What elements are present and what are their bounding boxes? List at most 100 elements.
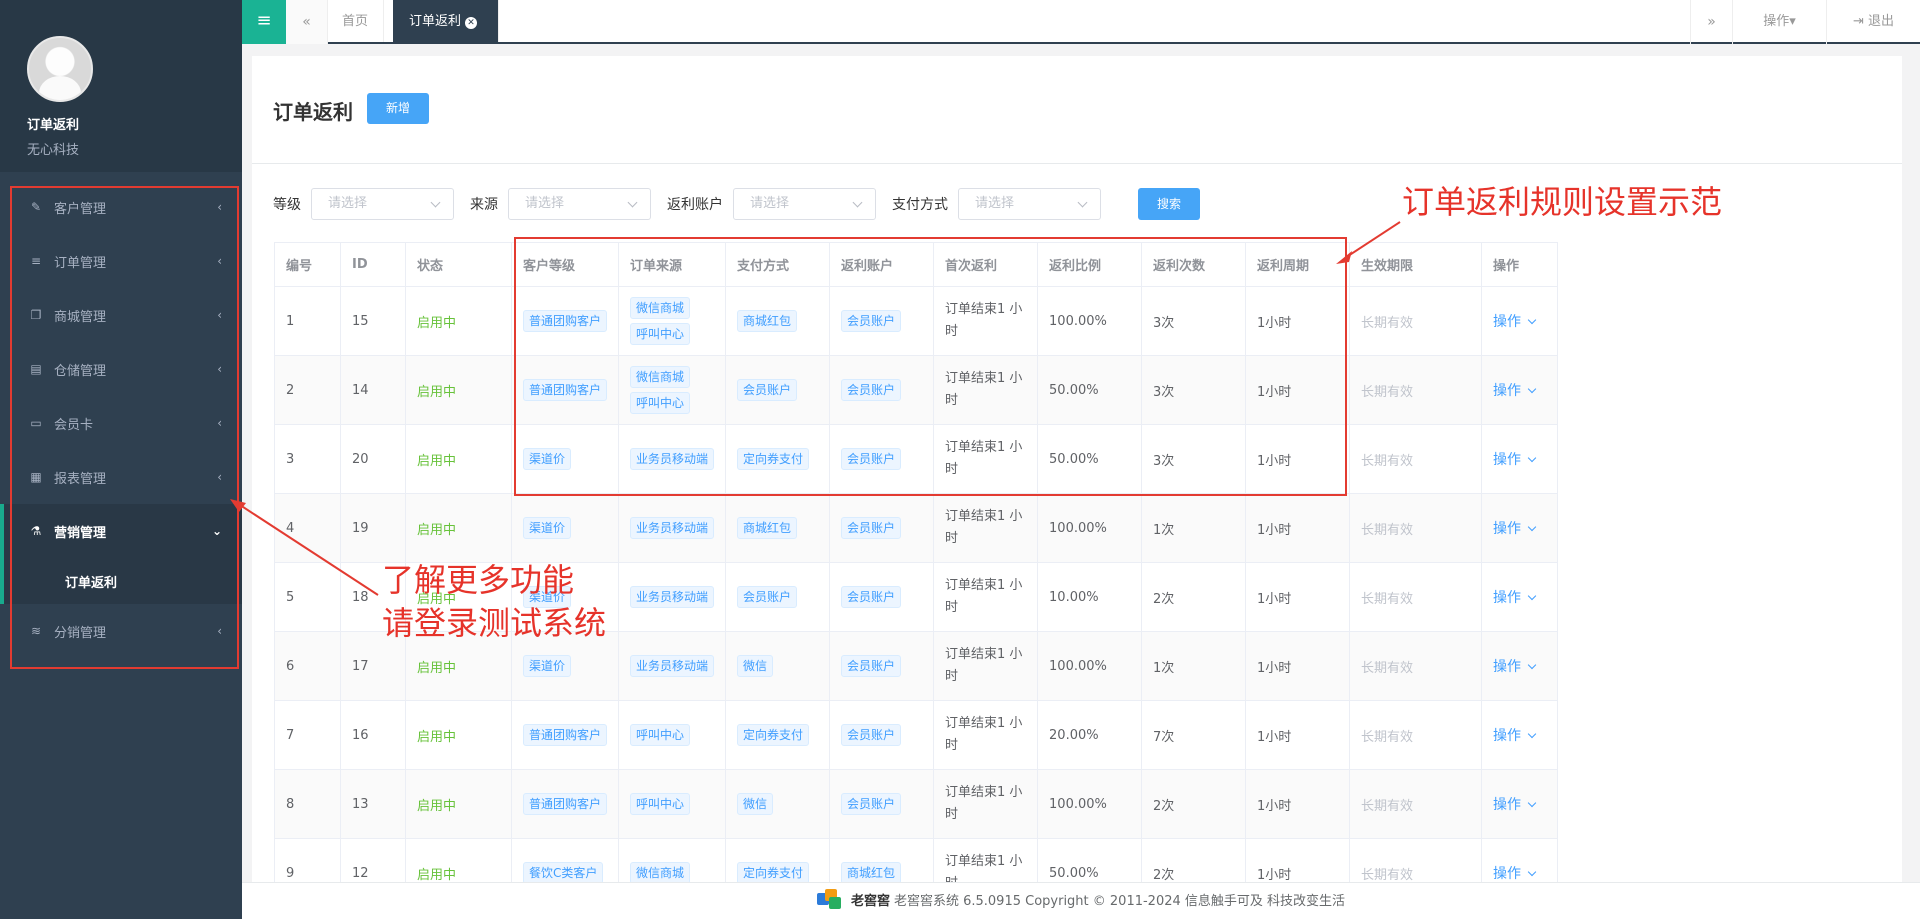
avatar[interactable] <box>27 36 93 102</box>
row-action-dropdown[interactable]: 操作 <box>1493 797 1537 813</box>
row-action-label: 操作 <box>1493 521 1522 537</box>
cell-ratio: 100.00% <box>1037 631 1143 701</box>
close-icon[interactable]: ✕ <box>465 17 478 29</box>
payment-tag: 微信 <box>737 655 774 677</box>
row-action-dropdown[interactable]: 操作 <box>1493 383 1537 399</box>
tab-ops-dropdown[interactable]: 操作▾ <box>1732 0 1826 44</box>
cell-payment: 定向券支付 <box>725 700 831 770</box>
tabs-prev-button[interactable]: « <box>286 0 328 44</box>
account-tag: 会员账户 <box>841 724 902 746</box>
page-title: 订单返利 <box>273 100 353 124</box>
panel-header: 订单返利 新增 <box>252 56 1902 164</box>
cell-account: 会员账户 <box>829 700 935 770</box>
tab-home[interactable]: 首页 <box>328 0 384 42</box>
chevron-down-icon <box>1527 453 1537 463</box>
cell-no: 6 <box>274 631 341 701</box>
cell-cycle: 1小时 <box>1245 493 1351 563</box>
level-tag: 渠道价 <box>523 517 572 539</box>
top-bar: ≡ « 首页 订单返利 ✕ » 操作▾ ⇥ 退出 <box>242 0 1920 44</box>
row-action-dropdown[interactable]: 操作 <box>1493 314 1537 330</box>
cell-op: 操作 <box>1481 631 1559 701</box>
profile-company: 无心科技 <box>27 143 80 158</box>
cell-valid: 长期有效 <box>1349 769 1483 839</box>
logout-icon: ⇥ <box>1852 14 1864 29</box>
cell-no: 2 <box>274 355 341 425</box>
sidebar-highlight-box <box>10 186 239 669</box>
cell-no: 1 <box>274 286 341 356</box>
table-row: 7 16 启用中 普通团购客户 呼叫中心 定向券支付 会员账户 订单结束1 小时 20.00% 7… <box>274 700 1559 770</box>
col-status[interactable]: 状态 <box>405 242 512 287</box>
row-action-label: 操作 <box>1493 866 1522 882</box>
row-action-dropdown[interactable]: 操作 <box>1493 521 1537 537</box>
cell-ratio: 100.00% <box>1037 769 1143 839</box>
rule-highlight-box <box>514 237 1347 496</box>
row-action-dropdown[interactable]: 操作 <box>1493 659 1537 675</box>
filter-label-payment: 支付方式 <box>892 197 948 213</box>
payment-tag: 微信 <box>737 793 774 815</box>
search-button[interactable]: 搜索 <box>1138 188 1200 220</box>
row-action-dropdown[interactable]: 操作 <box>1493 866 1537 882</box>
tabs-next-button[interactable]: » <box>1690 0 1732 44</box>
account-tag: 会员账户 <box>841 793 902 815</box>
cell-ratio: 10.00% <box>1037 562 1143 632</box>
cell-no: 4 <box>274 493 341 563</box>
cell-no: 7 <box>274 700 341 770</box>
col-no[interactable]: 编号 <box>274 242 341 287</box>
account-tag: 会员账户 <box>841 517 902 539</box>
cell-first-rebate: 订单结束1 小时 <box>933 631 1039 701</box>
cell-times: 2次 <box>1141 562 1247 632</box>
cell-ratio: 100.00% <box>1037 493 1143 563</box>
row-action-label: 操作 <box>1493 314 1522 330</box>
row-action-label: 操作 <box>1493 728 1522 744</box>
source-select[interactable]: 请选择 <box>508 188 651 220</box>
source-tag: 业务员移动端 <box>630 655 715 677</box>
payment-select[interactable]: 请选择 <box>958 188 1101 220</box>
row-action-dropdown[interactable]: 操作 <box>1493 590 1537 606</box>
cell-level: 普通团购客户 <box>510 700 620 770</box>
cell-valid: 长期有效 <box>1349 355 1483 425</box>
profile-name[interactable]: 订单返利 <box>27 114 242 133</box>
cell-id: 15 <box>340 286 406 356</box>
add-button[interactable]: 新增 <box>367 93 429 124</box>
account-tag: 会员账户 <box>841 655 902 677</box>
cell-valid: 长期有效 <box>1349 424 1483 494</box>
source-tag: 业务员移动端 <box>630 586 715 608</box>
cell-no: 3 <box>274 424 341 494</box>
row-action-dropdown[interactable]: 操作 <box>1493 728 1537 744</box>
col-op[interactable]: 操作 <box>1481 242 1559 287</box>
account-select[interactable]: 请选择 <box>733 188 876 220</box>
cell-times: 1次 <box>1141 493 1247 563</box>
cell-valid: 长期有效 <box>1349 562 1483 632</box>
annotation-more-line1: 了解更多功能 <box>382 561 575 599</box>
col-id[interactable]: ID <box>340 242 406 287</box>
cell-payment: 会员账户 <box>725 562 831 632</box>
cell-op: 操作 <box>1481 286 1559 356</box>
source-tag: 业务员移动端 <box>630 517 715 539</box>
logout-label: 退出 <box>1868 14 1895 29</box>
menu-icon: ≡ <box>256 10 272 31</box>
row-action-label: 操作 <box>1493 383 1522 399</box>
col-valid[interactable]: 生效期限 <box>1349 242 1483 287</box>
cell-valid: 长期有效 <box>1349 631 1483 701</box>
cell-source: 业务员移动端 <box>618 562 727 632</box>
cell-status: 启用中 <box>405 286 512 356</box>
cell-no: 8 <box>274 769 341 839</box>
cell-status: 启用中 <box>405 355 512 425</box>
cell-source: 业务员移动端 <box>618 493 727 563</box>
cell-id: 16 <box>340 700 406 770</box>
menu-toggle-button[interactable]: ≡ <box>242 0 286 44</box>
chevron-down-icon <box>1527 660 1537 670</box>
profile: 订单返利 无心科技 <box>0 0 242 172</box>
cell-cycle: 1小时 <box>1245 631 1351 701</box>
cell-account: 会员账户 <box>829 769 935 839</box>
row-action-dropdown[interactable]: 操作 <box>1493 452 1537 468</box>
cell-first-rebate: 订单结束1 小时 <box>933 493 1039 563</box>
tab-order-rebate[interactable]: 订单返利 ✕ <box>393 0 499 42</box>
cell-no: 5 <box>274 562 341 632</box>
cell-payment: 微信 <box>725 769 831 839</box>
level-select[interactable]: 请选择 <box>311 188 454 220</box>
cell-op: 操作 <box>1481 769 1559 839</box>
logout-button[interactable]: ⇥ 退出 <box>1826 0 1920 44</box>
cell-valid: 长期有效 <box>1349 493 1483 563</box>
chevron-down-icon <box>1527 384 1537 394</box>
